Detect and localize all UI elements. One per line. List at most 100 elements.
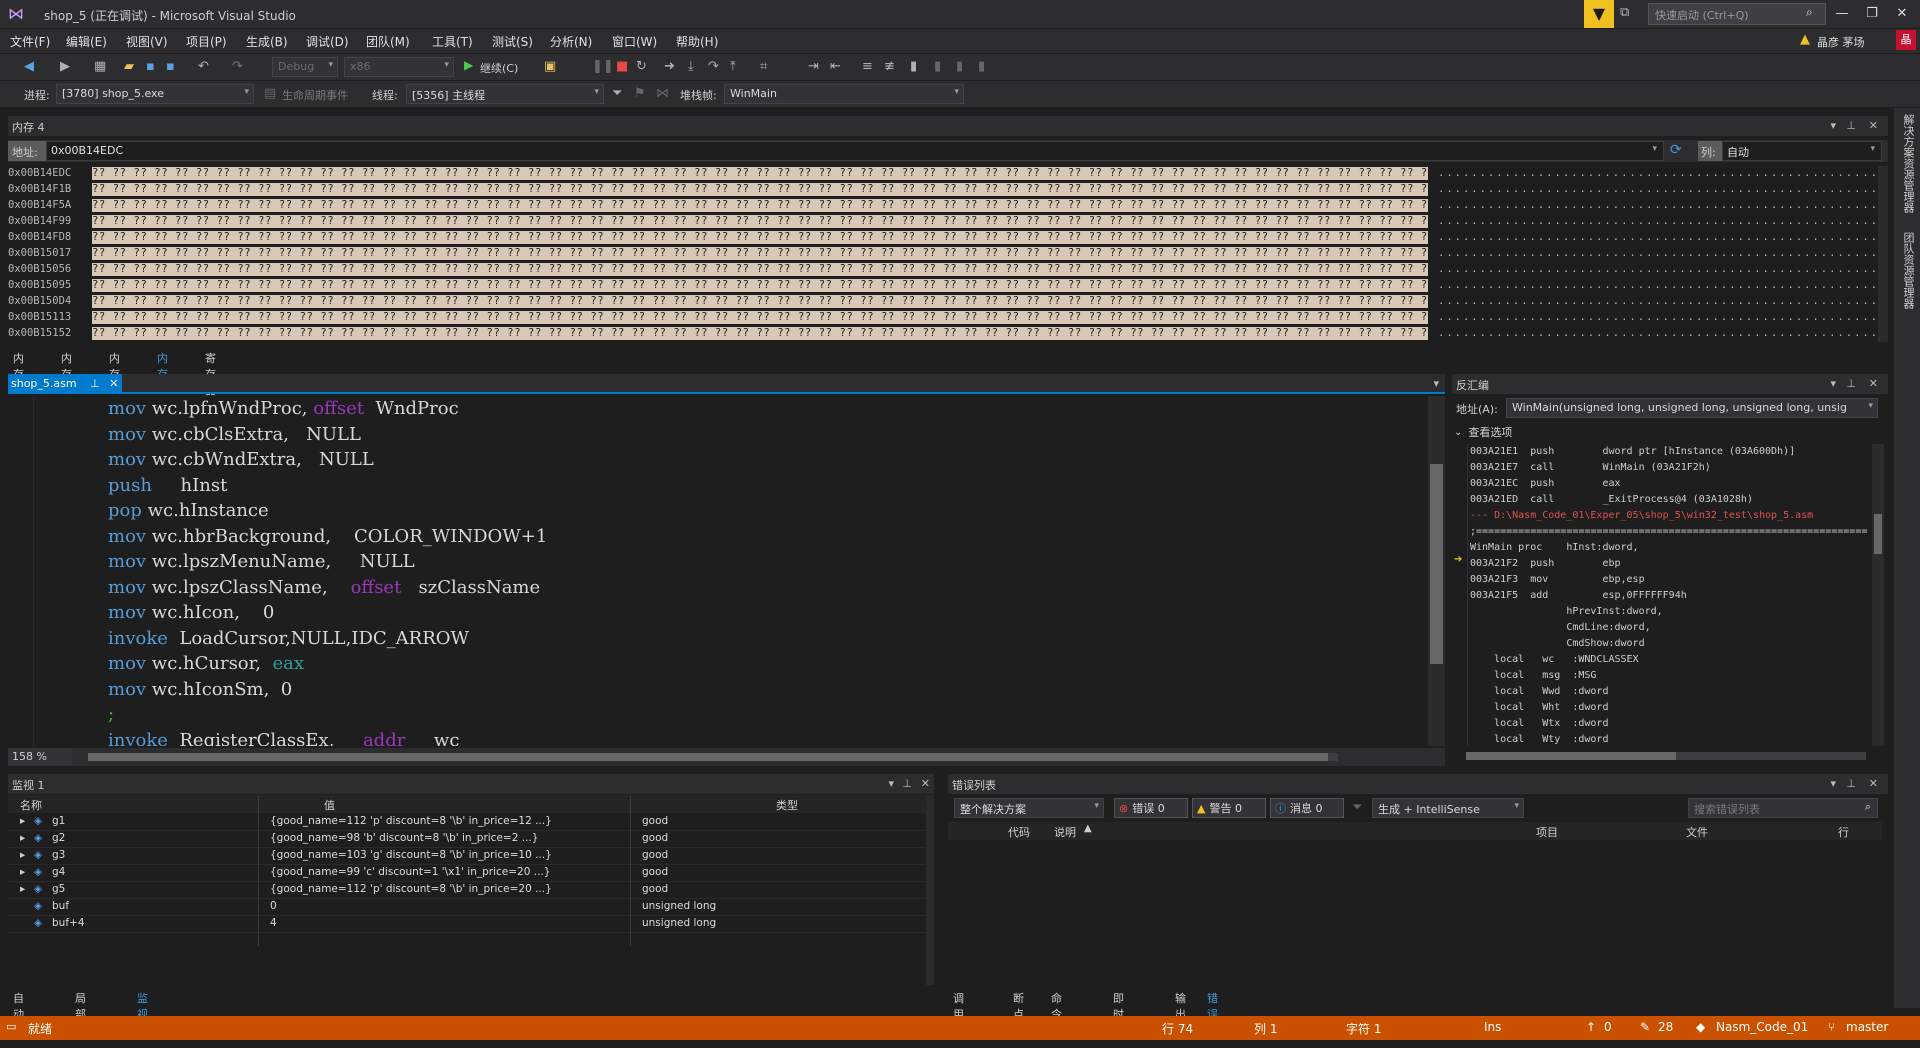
next-bookmark-icon[interactable]: ▮ (956, 59, 963, 74)
disassembly-line[interactable]: 003A21ED call _ExitProcess@4 (03A1028h) (1470, 492, 1870, 508)
window-menu-icon[interactable]: ▾ (1830, 777, 1836, 790)
disassembly-line[interactable]: CmdShow:dword (1470, 636, 1870, 652)
memory-scrollbar[interactable] (1878, 166, 1888, 342)
menu-window[interactable]: 窗口(W) (612, 33, 657, 50)
errors-filter-button[interactable]: ⊗ 错误 0 (1114, 798, 1188, 818)
disassembly-line[interactable]: local Wtx :dword (1470, 716, 1870, 732)
repo-icon[interactable]: ◆ (1696, 1020, 1705, 1034)
bookmark-icon[interactable]: ▮ (910, 59, 917, 74)
tab-memory-2[interactable]: 内存 2 (56, 348, 77, 395)
disassembly-line[interactable]: 003A21E7 call WinMain (03A21F2h) (1470, 460, 1870, 476)
disassembly-line[interactable]: ;=======================================… (1470, 524, 1870, 540)
restart-icon[interactable]: ↻ (636, 59, 647, 74)
open-file-icon[interactable]: ▰ (124, 59, 134, 74)
code-line[interactable]: mov wc.hIcon, 0 (108, 600, 547, 626)
memory-row-ascii[interactable]: ........................................… (1438, 231, 1878, 243)
memory-row-bytes[interactable]: ?? ?? ?? ?? ?? ?? ?? ?? ?? ?? ?? ?? ?? ?… (92, 167, 1428, 180)
memory-row-ascii[interactable]: ........................................… (1438, 295, 1878, 307)
close-icon[interactable]: ✕ (1869, 377, 1878, 390)
code-line[interactable]: mov wc.cbWndExtra, NULL (108, 447, 547, 473)
code-editor[interactable]: mov wc.lpfnWndProc, offset WndProc mov wc… (8, 396, 1430, 746)
watch-row[interactable]: ▸ ◈ g1 {good_name=112 'p' discount=8 '\b' i… (8, 814, 926, 831)
window-menu-icon[interactable]: ▾ (1830, 377, 1836, 390)
watch-scrollbar[interactable] (926, 795, 934, 985)
lifecycle-events-icon[interactable]: ▤ (264, 86, 276, 101)
pin-icon[interactable]: ⊥ (1846, 119, 1856, 132)
filter-icon[interactable]: ⏷ (612, 86, 622, 101)
memory-row-bytes[interactable]: ?? ?? ?? ?? ?? ?? ?? ?? ?? ?? ?? ?? ?? ?… (92, 279, 1428, 292)
disassembly-line[interactable]: 003A21F2 push ebp (1470, 556, 1870, 572)
tab-memory-1[interactable]: 内存 1 (8, 348, 29, 395)
pin-icon[interactable]: ⊥ (1846, 377, 1856, 390)
watch-row[interactable]: ◈ buf 0 unsigned long (8, 899, 926, 916)
refresh-icon[interactable]: ⟳ (1670, 142, 1682, 158)
code-line[interactable]: mov wc.lpszMenuName, NULL (108, 549, 547, 575)
memory-row-ascii[interactable]: ........................................… (1438, 279, 1878, 291)
pencil-icon[interactable]: ✎ (1640, 1020, 1650, 1034)
tab-autos[interactable]: 自动窗口 (8, 988, 29, 1048)
pause-icon[interactable]: ❚❚ (592, 59, 614, 74)
watch-name[interactable]: buf (52, 900, 69, 912)
close-icon[interactable]: ✕ (1869, 777, 1878, 790)
status-unpushed[interactable]: 0 (1604, 1020, 1612, 1034)
menu-test[interactable]: 测试(S) (492, 33, 533, 50)
disassembly-line[interactable]: local msg :MSG (1470, 668, 1870, 684)
status-repo[interactable]: Nasm_Code_01 (1716, 1020, 1808, 1034)
disassembly-line[interactable]: local Wty :dword (1470, 732, 1870, 746)
attach-icon[interactable]: ▣ (544, 59, 556, 74)
maximize-button[interactable]: ❐ (1858, 4, 1886, 24)
error-col-description[interactable]: 说明 (1054, 824, 1076, 840)
memory-row-ascii[interactable]: ........................................… (1438, 263, 1878, 275)
watch-row[interactable]: ▸ ◈ g3 {good_name=103 'g' discount=8 '\b' i… (8, 848, 926, 865)
tab-shop-5-asm[interactable]: shop_5.asm ⊥ ✕ (8, 374, 122, 394)
column-divider[interactable] (258, 796, 259, 946)
window-menu-icon[interactable]: ▾ (1830, 119, 1836, 132)
scroll-thumb[interactable] (1430, 464, 1443, 664)
code-line[interactable]: invoke LoadCursor,NULL,IDC_ARROW (108, 626, 547, 652)
memory-row-bytes[interactable]: ?? ?? ?? ?? ?? ?? ?? ?? ?? ?? ?? ?? ?? ?… (92, 231, 1428, 244)
watch-value[interactable]: 4 (270, 917, 630, 929)
watch-name[interactable]: g4 (52, 866, 65, 878)
comment-icon[interactable]: ≡ (862, 59, 873, 74)
close-icon[interactable]: ✕ (1869, 119, 1878, 132)
hex-display-icon[interactable]: ⌗ (760, 59, 767, 74)
stack-frame-dropdown[interactable]: WinMain ▾ (724, 84, 964, 104)
expand-icon[interactable]: ▸ (20, 883, 25, 895)
disassembly-line[interactable]: 003A21E1 push dword ptr [hInstance (03A6… (1470, 444, 1870, 460)
thread-dropdown[interactable]: [5356] 主线程 ▾ (406, 84, 604, 104)
memory-row[interactable]: 0x00B14F99 ?? ?? ?? ?? ?? ?? ?? ?? ?? ?? … (8, 214, 1878, 230)
arrow-up-icon[interactable]: ↑ (1586, 1020, 1596, 1034)
disassembly-line[interactable]: 003A21EC push eax (1470, 476, 1870, 492)
watch-name[interactable]: g3 (52, 849, 65, 861)
tab-breakpoints[interactable]: 断点 (1008, 988, 1029, 1021)
memory-row-ascii[interactable]: ........................................… (1438, 183, 1878, 195)
menu-debug[interactable]: 调试(D) (306, 33, 349, 50)
watch-row[interactable]: ▸ ◈ g5 {good_name=112 'p' discount=8 '\b' i… (8, 882, 926, 899)
tab-registers[interactable]: 寄存器 (200, 348, 221, 397)
watch-row[interactable]: ◈ buf+4 4 unsigned long (8, 916, 926, 933)
build-intellisense-dropdown[interactable]: 生成 + IntelliSense ▾ (1372, 798, 1524, 818)
watch-name[interactable]: g5 (52, 883, 65, 895)
new-project-icon[interactable]: ▦ (94, 59, 106, 74)
error-col-line[interactable]: 行 (1838, 824, 1849, 840)
memory-row[interactable]: 0x00B15152 ?? ?? ?? ?? ?? ?? ?? ?? ?? ?? … (8, 326, 1878, 342)
disassembly-line[interactable]: local Wwd :dword (1470, 684, 1870, 700)
menu-tools[interactable]: 工具(T) (432, 33, 473, 50)
disassembly-gutter[interactable]: ➔ (1452, 444, 1468, 746)
code-line[interactable]: invoke RegisterClassEx, addr wc (108, 728, 547, 747)
memory-row-bytes[interactable]: ?? ?? ?? ?? ?? ?? ?? ?? ?? ?? ?? ?? ?? ?… (92, 295, 1428, 308)
pin-icon[interactable]: ⊥ (1846, 777, 1856, 790)
save-all-icon[interactable]: ▪ (166, 59, 175, 74)
disassembly-line[interactable]: local wc :WNDCLASSEX (1470, 652, 1870, 668)
pin-icon[interactable]: ⊥ (902, 777, 912, 790)
memory-row[interactable]: 0x00B150D4 ?? ?? ?? ?? ?? ?? ?? ?? ?? ?? … (8, 294, 1878, 310)
watch-row[interactable]: ▸ ◈ g4 {good_name=99 'c' discount=1 '\x1' i… (8, 865, 926, 882)
window-menu-icon[interactable]: ▾ (888, 777, 894, 790)
memory-row-ascii[interactable]: ........................................… (1438, 247, 1878, 259)
disassembly-h-scrollbar[interactable] (1466, 752, 1866, 760)
column-divider[interactable] (630, 796, 631, 946)
memory-row-ascii[interactable]: ........................................… (1438, 199, 1878, 211)
tab-team-explorer[interactable]: 团队资源管理器 (1898, 232, 1916, 309)
disassembly-line[interactable]: --- D:\Nasm_Code_01\Exper_05\shop_5\win3… (1470, 508, 1870, 524)
messages-filter-button[interactable]: ⓘ 消息 0 (1270, 798, 1344, 818)
